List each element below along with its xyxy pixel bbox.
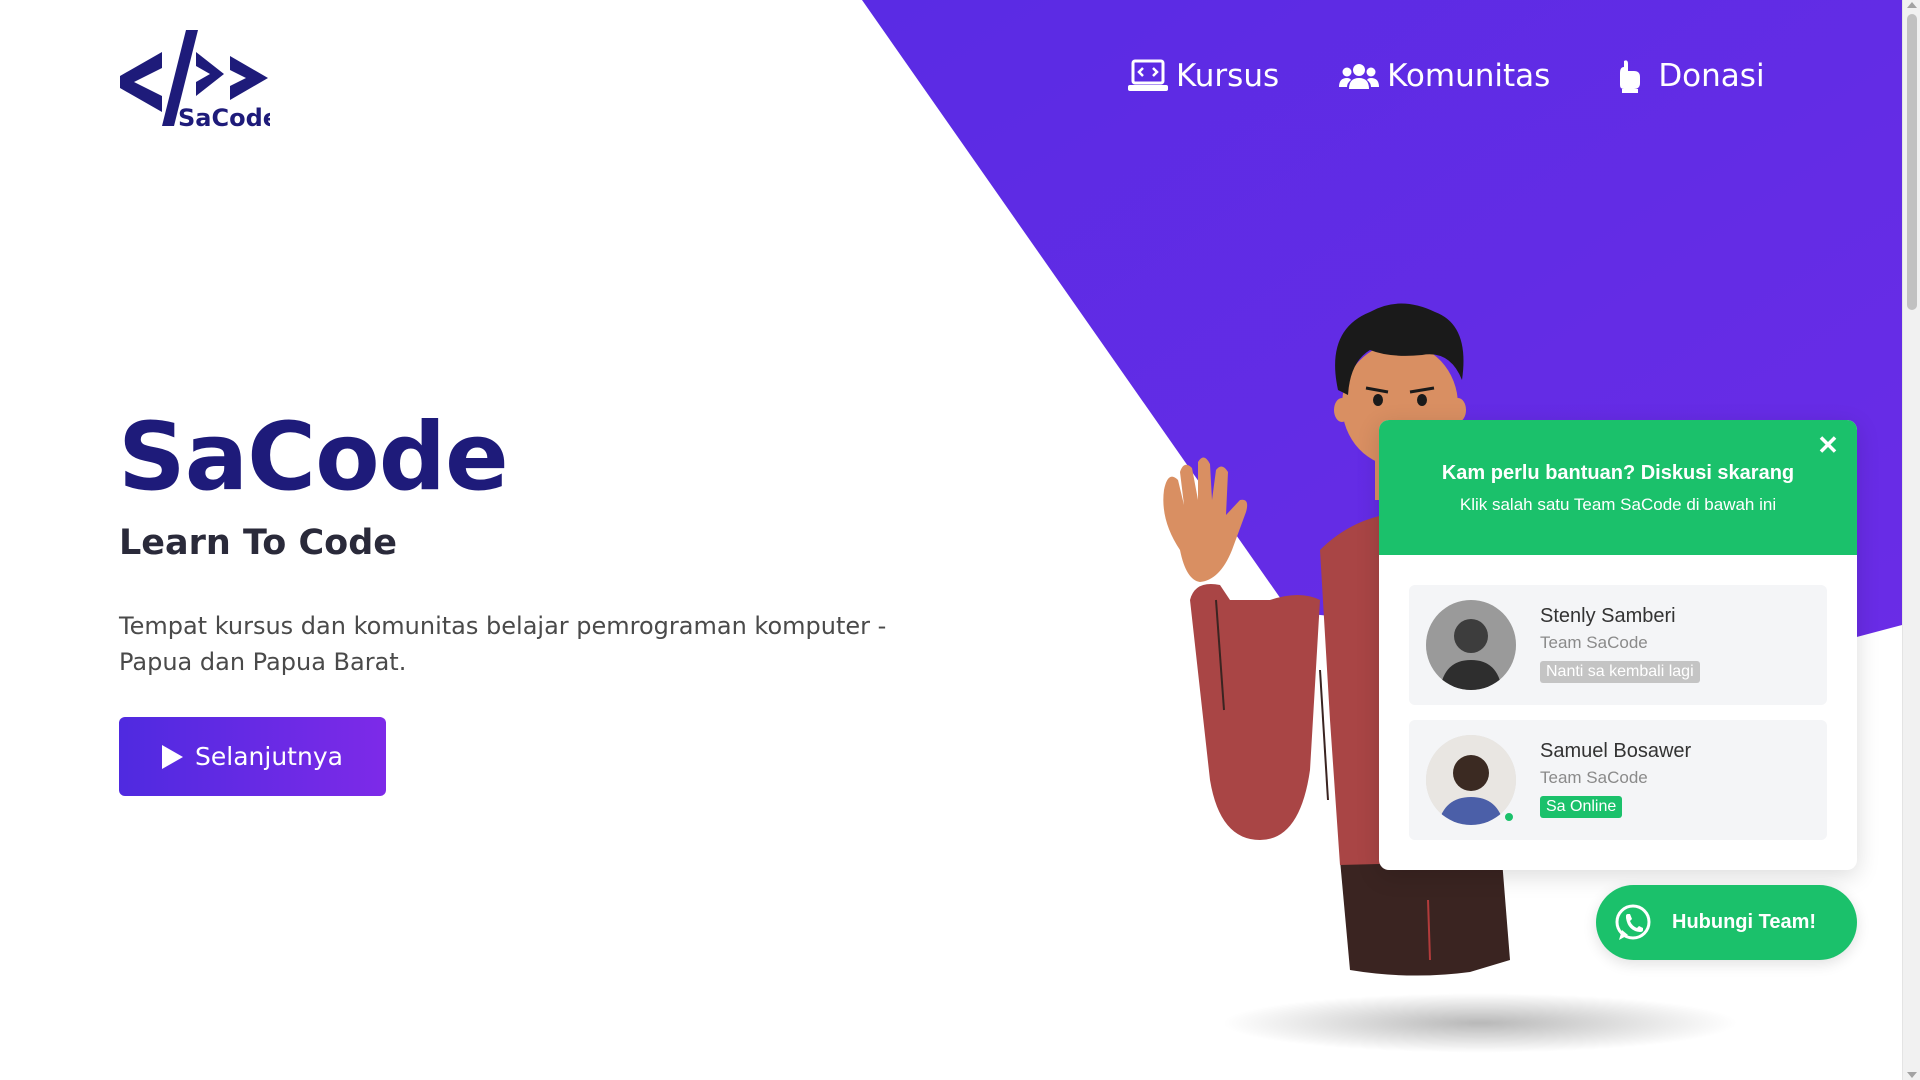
online-indicator bbox=[1503, 811, 1515, 823]
nav-donasi[interactable]: Donasi bbox=[1610, 58, 1765, 94]
avatar bbox=[1426, 735, 1516, 825]
chat-subtitle: Klik salah satu Team SaCode di bawah ini bbox=[1459, 495, 1777, 514]
close-icon[interactable]: ✕ bbox=[1815, 432, 1841, 458]
agent-card-samuel[interactable]: Samuel Bosawer Team SaCode Sa Online bbox=[1409, 720, 1827, 840]
nav-komunitas-label: Komunitas bbox=[1387, 58, 1551, 94]
agent-name: Stenly Samberi bbox=[1540, 605, 1676, 627]
nav-donasi-label: Donasi bbox=[1658, 58, 1765, 94]
chat-header: ✕ Kam perlu bantuan? Diskusi skarang Kli… bbox=[1379, 420, 1857, 555]
page-scrollbar[interactable] bbox=[1902, 0, 1920, 1080]
agent-role: Team SaCode bbox=[1540, 768, 1648, 787]
nav-komunitas[interactable]: Komunitas bbox=[1339, 58, 1550, 94]
whatsapp-icon bbox=[1615, 904, 1651, 940]
play-icon bbox=[162, 744, 184, 769]
nav-kursus[interactable]: Kursus bbox=[1128, 58, 1279, 94]
scroll-down-icon[interactable] bbox=[1907, 1072, 1917, 1078]
contact-team-label: Hubungi Team! bbox=[1672, 911, 1817, 933]
next-button[interactable]: Selanjutnya bbox=[119, 717, 386, 796]
agent-role: Team SaCode bbox=[1540, 633, 1648, 652]
laptop-code-icon bbox=[1128, 59, 1168, 91]
contact-team-button[interactable]: Hubungi Team! bbox=[1596, 885, 1857, 960]
users-icon bbox=[1339, 64, 1380, 89]
agent-card-stenly[interactable]: Stenly Samberi Team SaCode Nanti sa kemb… bbox=[1409, 585, 1827, 705]
main-nav: Kursus Komunitas Donasi bbox=[1128, 58, 1765, 94]
hero-title: SaCode bbox=[118, 403, 509, 512]
chat-title: Kam perlu bantuan? Diskusi skarang bbox=[1441, 462, 1795, 484]
scrollbar-thumb[interactable] bbox=[1907, 14, 1917, 310]
sacode-logo[interactable]: SaCode bbox=[118, 30, 279, 132]
agent-name: Samuel Bosawer bbox=[1540, 740, 1692, 762]
status-badge: Sa Online bbox=[1540, 796, 1623, 818]
hero-subtitle: Learn To Code bbox=[119, 523, 398, 563]
next-button-label: Selanjutnya bbox=[195, 742, 343, 771]
donate-hand-icon bbox=[1620, 60, 1641, 93]
chat-popup: ✕ Kam perlu bantuan? Diskusi skarang Kli… bbox=[1379, 420, 1857, 870]
logo-text: SaCode bbox=[178, 104, 270, 128]
nav-kursus-label: Kursus bbox=[1176, 58, 1280, 94]
status-badge: Nanti sa kembali lagi bbox=[1540, 661, 1700, 683]
avatar bbox=[1426, 600, 1516, 690]
scroll-up-icon[interactable] bbox=[1907, 2, 1917, 8]
hero-description: Tempat kursus dan komunitas belajar pemr… bbox=[119, 612, 887, 676]
